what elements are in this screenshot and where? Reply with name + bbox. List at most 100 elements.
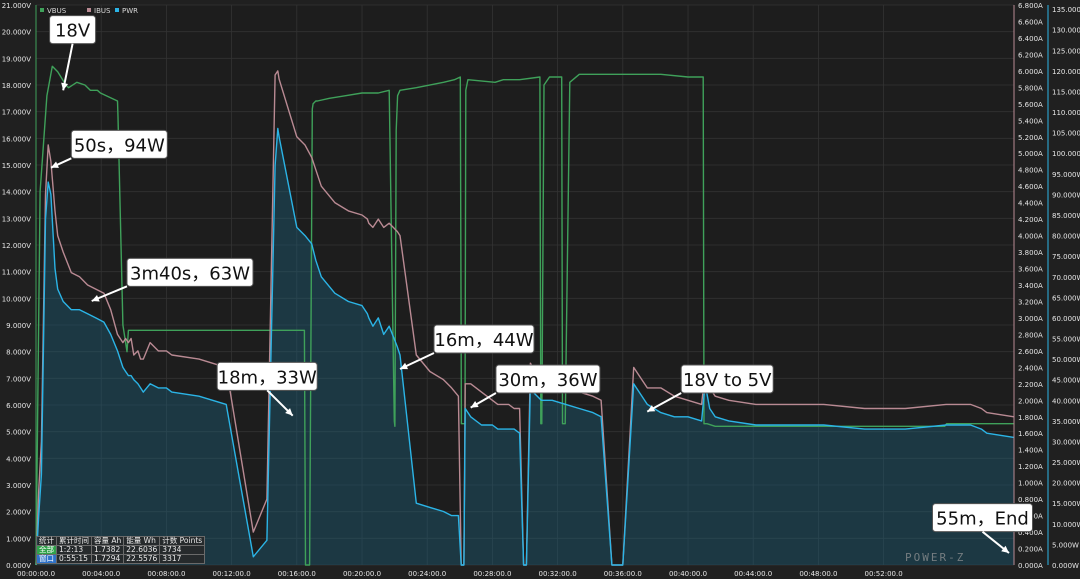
- y-tick-current: 0.000A: [1018, 562, 1043, 570]
- y-tick-voltage: 11.000V: [2, 269, 31, 277]
- y-tick-current: 1.800A: [1018, 414, 1043, 422]
- annotation-label: 18V: [55, 21, 91, 42]
- x-tick: 00:36:00.0: [604, 570, 642, 578]
- annotation-label: 55m，End: [936, 509, 1029, 530]
- y-tick-current: 2.000A: [1018, 397, 1043, 405]
- y-tick-voltage: 20.000V: [2, 29, 31, 37]
- y-tick-current: 4.800A: [1018, 167, 1043, 175]
- y-tick-power: 115.000W: [1052, 88, 1080, 96]
- legend-label: VBUS: [47, 7, 67, 15]
- y-tick-voltage: 13.000V: [2, 215, 31, 223]
- y-tick-current: 5.200A: [1018, 134, 1043, 142]
- x-tick: 00:32:00.0: [539, 570, 577, 578]
- annotation-label: 18m，33W: [218, 367, 317, 388]
- y-tick-power: 35.000W: [1052, 418, 1080, 426]
- x-tick: 00:00:00.0: [17, 570, 55, 578]
- y-tick-voltage: 0.000V: [6, 562, 31, 570]
- x-tick: 00:12:00.0: [213, 570, 251, 578]
- legend-swatch: [115, 8, 119, 12]
- y-tick-power: 75.000W: [1052, 253, 1080, 261]
- y-tick-voltage: 15.000V: [2, 162, 31, 170]
- y-tick-power: 5.000W: [1052, 541, 1079, 549]
- y-tick-voltage: 18.000V: [2, 82, 31, 90]
- annotation-label: 18V to 5V: [683, 370, 772, 391]
- stats-table: 统计 累计时间 容量 Ah 能量 Wh 计数 Points 全部 1:2:13 …: [36, 536, 206, 564]
- annotation-label: 16m，44W: [434, 330, 533, 351]
- x-tick: 00:44:00.0: [734, 570, 772, 578]
- annotation-label: 3m40s，63W: [130, 263, 250, 284]
- y-tick-power: 110.000W: [1052, 109, 1080, 117]
- y-tick-voltage: 21.000V: [2, 2, 31, 10]
- y-tick-current: 1.600A: [1018, 430, 1043, 438]
- x-tick: 00:08:00.0: [147, 570, 185, 578]
- y-tick-current: 6.600A: [1018, 18, 1043, 26]
- y-tick-current: 6.200A: [1018, 51, 1043, 59]
- x-tick: 00:40:00.0: [669, 570, 707, 578]
- y-tick-current: 6.000A: [1018, 68, 1043, 76]
- y-tick-power: 80.000W: [1052, 233, 1080, 241]
- y-tick-current: 1.200A: [1018, 463, 1043, 471]
- y-tick-voltage: 5.000V: [6, 429, 31, 437]
- x-tick: 00:16:00.0: [278, 570, 316, 578]
- y-tick-voltage: 7.000V: [6, 375, 31, 383]
- y-tick-voltage: 14.000V: [2, 189, 31, 197]
- y-tick-voltage: 1.000V: [6, 535, 31, 543]
- y-tick-voltage: 9.000V: [6, 322, 31, 330]
- y-tick-current: 6.800A: [1018, 2, 1043, 10]
- y-tick-voltage: 17.000V: [2, 109, 31, 117]
- y-tick-power: 125.000W: [1052, 47, 1080, 55]
- y-tick-current: 3.400A: [1018, 282, 1043, 290]
- y-tick-voltage: 16.000V: [2, 135, 31, 143]
- y-tick-voltage: 2.000V: [6, 509, 31, 517]
- y-tick-power: 70.000W: [1052, 274, 1080, 282]
- y-tick-power: 130.000W: [1052, 27, 1080, 35]
- y-tick-current: 5.400A: [1018, 117, 1043, 125]
- y-tick-current: 5.000A: [1018, 150, 1043, 158]
- annotation-label: 30m，36W: [498, 370, 597, 391]
- legend-swatch: [40, 8, 44, 12]
- y-tick-power: 85.000W: [1052, 212, 1080, 220]
- y-tick-power: 65.000W: [1052, 294, 1080, 302]
- y-tick-current: 1.000A: [1018, 480, 1043, 488]
- y-tick-current: 0.200A: [1018, 546, 1043, 554]
- legend-label: IBUS: [94, 7, 111, 15]
- y-tick-power: 105.000W: [1052, 130, 1080, 138]
- y-tick-voltage: 8.000V: [6, 349, 31, 357]
- y-tick-current: 0.800A: [1018, 496, 1043, 504]
- legend-swatch: [87, 8, 91, 12]
- y-tick-current: 4.000A: [1018, 233, 1043, 241]
- y-tick-power: 30.000W: [1052, 438, 1080, 446]
- y-tick-power: 100.000W: [1052, 150, 1080, 158]
- stats-cell: 22.5576: [123, 554, 161, 564]
- y-tick-current: 4.200A: [1018, 216, 1043, 224]
- y-tick-power: 135.000W: [1052, 6, 1080, 14]
- stats-cell: 窗口: [36, 554, 57, 564]
- x-tick: 00:52:00.0: [865, 570, 903, 578]
- y-tick-current: 3.600A: [1018, 266, 1043, 274]
- y-tick-current: 2.600A: [1018, 348, 1043, 356]
- x-tick: 00:04:00.0: [82, 570, 120, 578]
- y-tick-power: 95.000W: [1052, 171, 1080, 179]
- stats-row-window[interactable]: 窗口 0:55:15 1.7294 22.5576 3317: [36, 554, 206, 564]
- y-tick-voltage: 4.000V: [6, 455, 31, 463]
- y-tick-voltage: 12.000V: [2, 242, 31, 250]
- y-tick-voltage: 6.000V: [6, 402, 31, 410]
- stats-cell: 0:55:15: [56, 554, 92, 564]
- y-tick-current: 1.400A: [1018, 447, 1043, 455]
- y-tick-current: 2.800A: [1018, 331, 1043, 339]
- y-tick-current: 5.800A: [1018, 84, 1043, 92]
- y-tick-current: 3.800A: [1018, 249, 1043, 257]
- stats-cell: 3317: [159, 554, 206, 564]
- y-tick-power: 40.000W: [1052, 397, 1080, 405]
- annotation-label: 50s，94W: [74, 135, 165, 156]
- y-tick-power: 25.000W: [1052, 459, 1080, 467]
- x-tick: 00:20:00.0: [343, 570, 381, 578]
- x-tick: 00:24:00.0: [408, 570, 446, 578]
- y-tick-power: 60.000W: [1052, 315, 1080, 323]
- y-tick-current: 3.000A: [1018, 315, 1043, 323]
- x-tick: 00:28:00.0: [473, 570, 511, 578]
- y-tick-power: 90.000W: [1052, 191, 1080, 199]
- brand-logo: POWER-Z: [905, 551, 966, 564]
- y-tick-power: 50.000W: [1052, 356, 1080, 364]
- y-tick-power: 45.000W: [1052, 377, 1080, 385]
